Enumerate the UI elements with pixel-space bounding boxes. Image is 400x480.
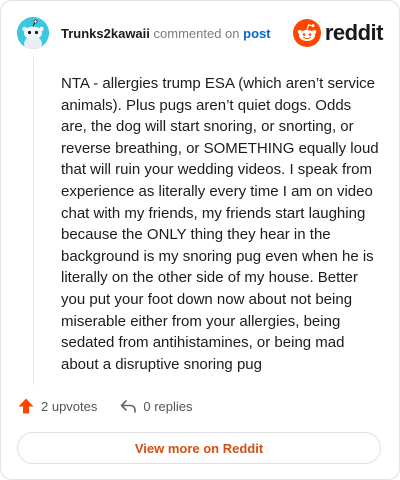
view-more-on-reddit-button[interactable]: View more on Reddit: [17, 432, 381, 464]
comment-actions: 2 upvotes 0 replies: [17, 397, 193, 415]
user-avatar-icon[interactable]: [17, 17, 49, 49]
upvote-count: 2 upvotes: [41, 398, 98, 414]
comment-body: NTA - allergies trump ESA (which aren’t …: [61, 75, 379, 373]
replies-button[interactable]: 0 replies: [119, 397, 193, 415]
upvote-button[interactable]: 2 upvotes: [17, 397, 97, 415]
thread-line: [33, 57, 34, 385]
upvote-arrow-icon: [17, 397, 35, 415]
reddit-logo-icon: [292, 19, 321, 47]
comment-header: Trunks2kawaii commented on post: [61, 25, 271, 43]
action-text: commented on: [153, 26, 240, 41]
embedded-comment-card: Trunks2kawaii commented on post reddit N…: [0, 0, 400, 480]
username-link[interactable]: Trunks2kawaii: [61, 26, 150, 41]
post-link[interactable]: post: [243, 26, 270, 41]
reddit-logo[interactable]: reddit: [292, 19, 384, 47]
reply-count: 0 replies: [143, 398, 193, 414]
reply-arrow-icon: [119, 397, 137, 415]
reddit-logo-text: reddit: [324, 20, 384, 45]
